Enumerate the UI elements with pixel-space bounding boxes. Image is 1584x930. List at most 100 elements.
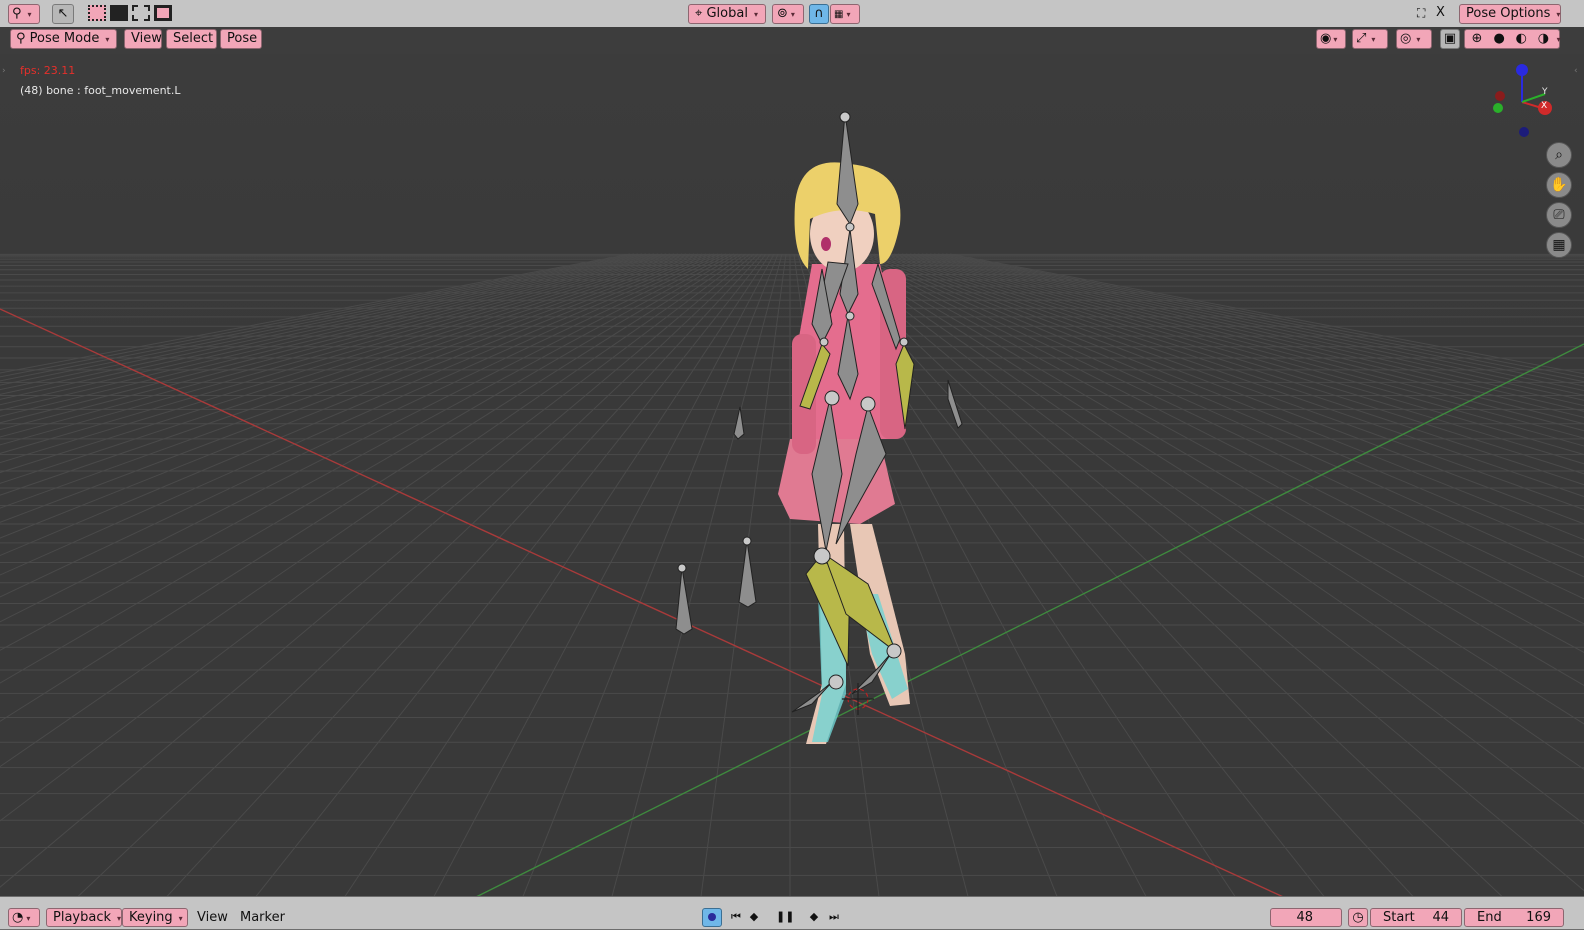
box-select-icon[interactable] bbox=[88, 5, 106, 21]
snap-element-select[interactable]: ▦ ▾ bbox=[830, 4, 860, 24]
start-frame-field[interactable]: Start 44 bbox=[1370, 908, 1462, 927]
joint bbox=[860, 396, 876, 412]
selection-mode-buttons bbox=[88, 5, 184, 23]
gizmo-select[interactable]: ⤢ ▾ bbox=[1352, 29, 1388, 49]
menu-select-label: Select bbox=[173, 31, 214, 46]
solid-shading-icon[interactable]: ● bbox=[1490, 30, 1508, 48]
character-eye bbox=[821, 237, 831, 251]
xray-toggle[interactable]: ▣ bbox=[1440, 29, 1460, 49]
top-header: ⚲ ▾ ↖ ⌖ Global ▾ ⊚ ▾ ∩ ▦ ▾ ⛶ X Pose Options ▾ bbox=[0, 0, 1584, 28]
gizmo-z-icon[interactable] bbox=[1516, 64, 1528, 76]
left-region-toggle-icon[interactable]: › bbox=[2, 66, 6, 76]
active-bone-info: (48) bone : foot_movement.L bbox=[20, 84, 181, 97]
gizmo-y-label: Y bbox=[1542, 87, 1548, 97]
material-shading-icon[interactable]: ◐ bbox=[1512, 30, 1530, 48]
fps-readout: fps: 23.11 bbox=[20, 64, 76, 77]
viewport-canvas[interactable] bbox=[0, 54, 1584, 904]
timeline-view-menu[interactable]: View bbox=[197, 908, 228, 928]
gizmo-z-neg-icon[interactable] bbox=[1519, 127, 1529, 137]
viewport-info-overlay: fps: 23.11 (48) bone : foot_movement.L bbox=[20, 61, 181, 101]
start-value: 44 bbox=[1432, 910, 1449, 925]
orientation-value: Global bbox=[706, 6, 748, 21]
close-x-button[interactable]: X bbox=[1436, 3, 1445, 23]
rendered-shading-icon[interactable]: ◑ bbox=[1534, 30, 1552, 48]
joint bbox=[886, 643, 902, 659]
pivot-icon: ⊚ bbox=[777, 6, 788, 21]
prev-keyframe-button[interactable]: ◆ bbox=[746, 908, 762, 926]
end-label: End bbox=[1477, 910, 1502, 925]
orientation-icon: ⌖ bbox=[695, 6, 703, 21]
preview-range-toggle[interactable]: ◷ bbox=[1348, 908, 1368, 927]
eye-icon: ◉ bbox=[1320, 31, 1332, 46]
select-invert-icon[interactable] bbox=[154, 5, 172, 21]
joint bbox=[824, 390, 840, 406]
wireframe-shading-icon[interactable]: ⊕ bbox=[1468, 30, 1486, 48]
joint bbox=[845, 222, 855, 232]
menu-view[interactable]: View bbox=[124, 29, 162, 49]
gizmo-icon: ⤢ bbox=[1356, 31, 1367, 46]
end-frame-field[interactable]: End 169 bbox=[1464, 908, 1564, 927]
overlays-select[interactable]: ◎ ▾ bbox=[1396, 29, 1432, 49]
record-icon bbox=[708, 913, 716, 921]
joint bbox=[677, 563, 687, 573]
gizmo-x-neg-icon[interactable] bbox=[1495, 91, 1505, 101]
pose-options-label: Pose Options bbox=[1466, 6, 1551, 21]
editor-type-menu[interactable]: ⚲ ▾ bbox=[8, 4, 40, 24]
jump-start-button[interactable]: ⏮ bbox=[728, 908, 744, 926]
joint bbox=[742, 536, 752, 546]
select-subtract-icon[interactable] bbox=[132, 5, 150, 21]
current-frame-value: 48 bbox=[1296, 910, 1313, 925]
maximize-icon[interactable]: ⛶ bbox=[1417, 6, 1425, 21]
grid-icon[interactable]: ▦ bbox=[1546, 232, 1572, 258]
menu-pose[interactable]: Pose bbox=[220, 29, 262, 49]
next-keyframe-button[interactable]: ◆ bbox=[806, 908, 822, 926]
right-region-toggle-icon[interactable]: ‹ bbox=[1574, 66, 1578, 76]
joint bbox=[819, 337, 829, 347]
mode-value: Pose Mode bbox=[29, 31, 100, 46]
gizmo-y-neg-icon[interactable] bbox=[1493, 103, 1503, 113]
stopwatch-icon: ◷ bbox=[1352, 910, 1364, 925]
camera-icon[interactable]: ⎚ bbox=[1546, 202, 1572, 228]
record-button[interactable] bbox=[702, 908, 722, 927]
playback-menu[interactable]: Playback ▾ bbox=[46, 908, 122, 927]
playback-menu-label: Playback bbox=[53, 910, 112, 925]
select-extend-icon[interactable] bbox=[110, 5, 128, 21]
pivot-point-select[interactable]: ⊚ ▾ bbox=[772, 4, 804, 24]
view3d-header: ⚲ Pose Mode ▾ View Select Pose ◉ ▾ ⤢ ▾ ◎ ▾ ▣… bbox=[0, 27, 1584, 54]
jump-end-button[interactable]: ⏭ bbox=[826, 908, 842, 926]
visibility-select[interactable]: ◉ ▾ bbox=[1316, 29, 1346, 49]
menu-select[interactable]: Select bbox=[166, 29, 217, 49]
current-frame-field[interactable]: 48 bbox=[1270, 908, 1342, 927]
snap-toggle[interactable]: ∩ bbox=[809, 4, 829, 24]
hand-icon[interactable]: ✋ bbox=[1546, 172, 1572, 198]
magnet-icon: ∩ bbox=[814, 6, 824, 21]
cursor-icon: ↖ bbox=[57, 6, 69, 21]
joint bbox=[813, 547, 831, 565]
menu-view-label: View bbox=[131, 31, 162, 46]
clock-icon: ◔ bbox=[12, 910, 24, 925]
start-label: Start bbox=[1383, 910, 1415, 925]
transform-orientation-select[interactable]: ⌖ Global ▾ bbox=[688, 4, 766, 24]
mode-select[interactable]: ⚲ Pose Mode ▾ bbox=[10, 29, 117, 49]
joint bbox=[899, 337, 909, 347]
xray-icon: ▣ bbox=[1443, 31, 1457, 46]
pause-button[interactable]: ❚❚ bbox=[776, 908, 794, 926]
menu-pose-label: Pose bbox=[227, 31, 258, 46]
joint bbox=[839, 111, 851, 123]
snap-increment-icon: ▦ bbox=[834, 9, 844, 20]
pose-options-button[interactable]: Pose Options ▾ bbox=[1459, 4, 1561, 24]
select-tool-button[interactable]: ↖ bbox=[52, 4, 74, 24]
pose-icon: ⚲ bbox=[12, 6, 22, 21]
overlay-icon: ◎ bbox=[1400, 31, 1412, 46]
pose-mode-icon: ⚲ bbox=[16, 31, 26, 46]
timeline-marker-menu[interactable]: Marker bbox=[240, 908, 285, 928]
zoom-icon[interactable]: ⌕ bbox=[1546, 142, 1572, 168]
viewport-3d[interactable]: fps: 23.11 (48) bone : foot_movement.L Y… bbox=[0, 54, 1584, 904]
joint bbox=[828, 674, 844, 690]
joint bbox=[845, 311, 855, 321]
keying-menu-label: Keying bbox=[129, 910, 173, 925]
timeline-editor-type-menu[interactable]: ◔ ▾ bbox=[8, 908, 40, 927]
keying-menu[interactable]: Keying ▾ bbox=[122, 908, 188, 927]
shading-select[interactable]: ⊕ ● ◐ ◑ ▾ bbox=[1464, 29, 1561, 49]
gizmo-x-label: X bbox=[1541, 101, 1548, 111]
